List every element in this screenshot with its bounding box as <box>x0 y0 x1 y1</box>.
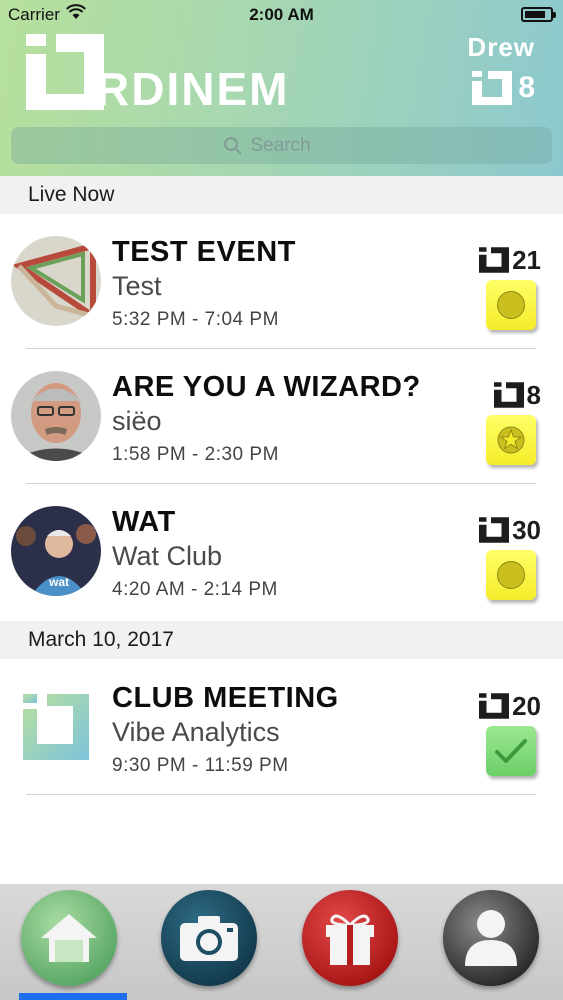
event-time: 9:30 PM - 11:59 PM <box>112 755 289 776</box>
event-subtitle: Wat Club <box>112 541 223 571</box>
status-button[interactable] <box>486 415 536 465</box>
status-button[interactable] <box>486 726 536 776</box>
user-points[interactable]: 8 <box>472 70 535 106</box>
section-header-live-now: Live Now <box>0 176 563 214</box>
event-points-value: 8 <box>526 379 541 410</box>
event-avatar <box>11 236 101 326</box>
tab-gift[interactable] <box>302 890 398 986</box>
status-bar: Carrier 2:00 AM <box>0 0 563 30</box>
dot-icon <box>497 561 525 589</box>
event-points: 20 <box>479 690 541 722</box>
event-points: 30 <box>479 514 541 546</box>
star-icon <box>497 426 525 454</box>
crowd-person-photo: wat <box>11 506 101 596</box>
clock: 2:00 AM <box>249 5 314 24</box>
search-icon <box>223 136 242 155</box>
event-subtitle: Test <box>112 271 162 301</box>
ordinem-logo-icon <box>493 382 524 408</box>
event-subtitle: Vibe Analytics <box>112 717 280 747</box>
ordinem-logo: RDINEM <box>26 34 290 115</box>
battery-level <box>525 11 545 18</box>
dot-icon <box>497 291 525 319</box>
event-row[interactable]: wat WAT Wat Club 4:20 AM - 2:14 PM 30 <box>0 484 563 619</box>
ordinem-logo-icon <box>479 247 510 273</box>
search-bar[interactable] <box>11 127 552 164</box>
tab-home[interactable] <box>21 890 117 986</box>
tab-profile[interactable] <box>443 890 539 986</box>
event-points-value: 20 <box>512 690 541 721</box>
event-avatar <box>11 371 101 461</box>
event-title: WAT <box>112 506 176 538</box>
status-button[interactable] <box>486 550 536 600</box>
battery-icon <box>521 7 556 22</box>
event-time: 5:32 PM - 7:04 PM <box>112 309 279 330</box>
event-title: ARE YOU A WIZARD? <box>112 371 421 403</box>
man-with-glasses-photo <box>11 371 101 461</box>
event-row[interactable]: CLUB MEETING Vibe Analytics 9:30 PM - 11… <box>0 660 563 795</box>
user-name[interactable]: Drew <box>467 32 535 63</box>
user-points-value: 8 <box>518 71 535 104</box>
event-title: TEST EVENT <box>112 236 296 268</box>
status-button[interactable] <box>486 280 536 330</box>
penrose-triangle-image <box>11 236 101 326</box>
tab-camera[interactable] <box>161 890 257 986</box>
tab-bar <box>0 884 563 1000</box>
search-input[interactable] <box>250 134 341 157</box>
event-points-value: 21 <box>512 244 541 275</box>
section-header-date: March 10, 2017 <box>0 621 563 659</box>
event-points-value: 30 <box>512 514 541 545</box>
event-time: 1:58 PM - 2:30 PM <box>112 444 279 465</box>
gift-icon <box>326 914 374 965</box>
event-time: 4:20 AM - 2:14 PM <box>112 579 278 600</box>
profile-icon <box>465 910 517 966</box>
event-row[interactable]: TEST EVENT Test 5:32 PM - 7:04 PM 21 <box>0 214 563 349</box>
event-points: 8 <box>493 379 541 411</box>
ordinem-logo-icon <box>479 517 510 543</box>
home-icon <box>41 914 97 962</box>
svg-text:wat: wat <box>48 575 69 589</box>
event-row[interactable]: ARE YOU A WIZARD? siëo 1:58 PM - 2:30 PM… <box>0 349 563 484</box>
ordinem-logo-icon <box>472 71 513 105</box>
row-divider <box>26 794 536 795</box>
checkmark-icon <box>495 739 527 763</box>
camera-icon <box>180 916 238 961</box>
vibe-analytics-logo <box>11 682 101 772</box>
event-title: CLUB MEETING <box>112 682 339 714</box>
ordinem-logo-icon <box>479 693 510 719</box>
event-avatar: wat <box>11 506 101 596</box>
event-avatar <box>11 682 101 772</box>
logo-text: RDINEM <box>96 63 290 115</box>
event-subtitle: siëo <box>112 406 162 436</box>
active-tab-indicator <box>19 993 127 1000</box>
ordinem-logo-mark-icon <box>26 34 104 110</box>
event-points: 21 <box>479 244 541 276</box>
app-header: Carrier 2:00 AM RDINEM Drew 8 <box>0 0 563 176</box>
